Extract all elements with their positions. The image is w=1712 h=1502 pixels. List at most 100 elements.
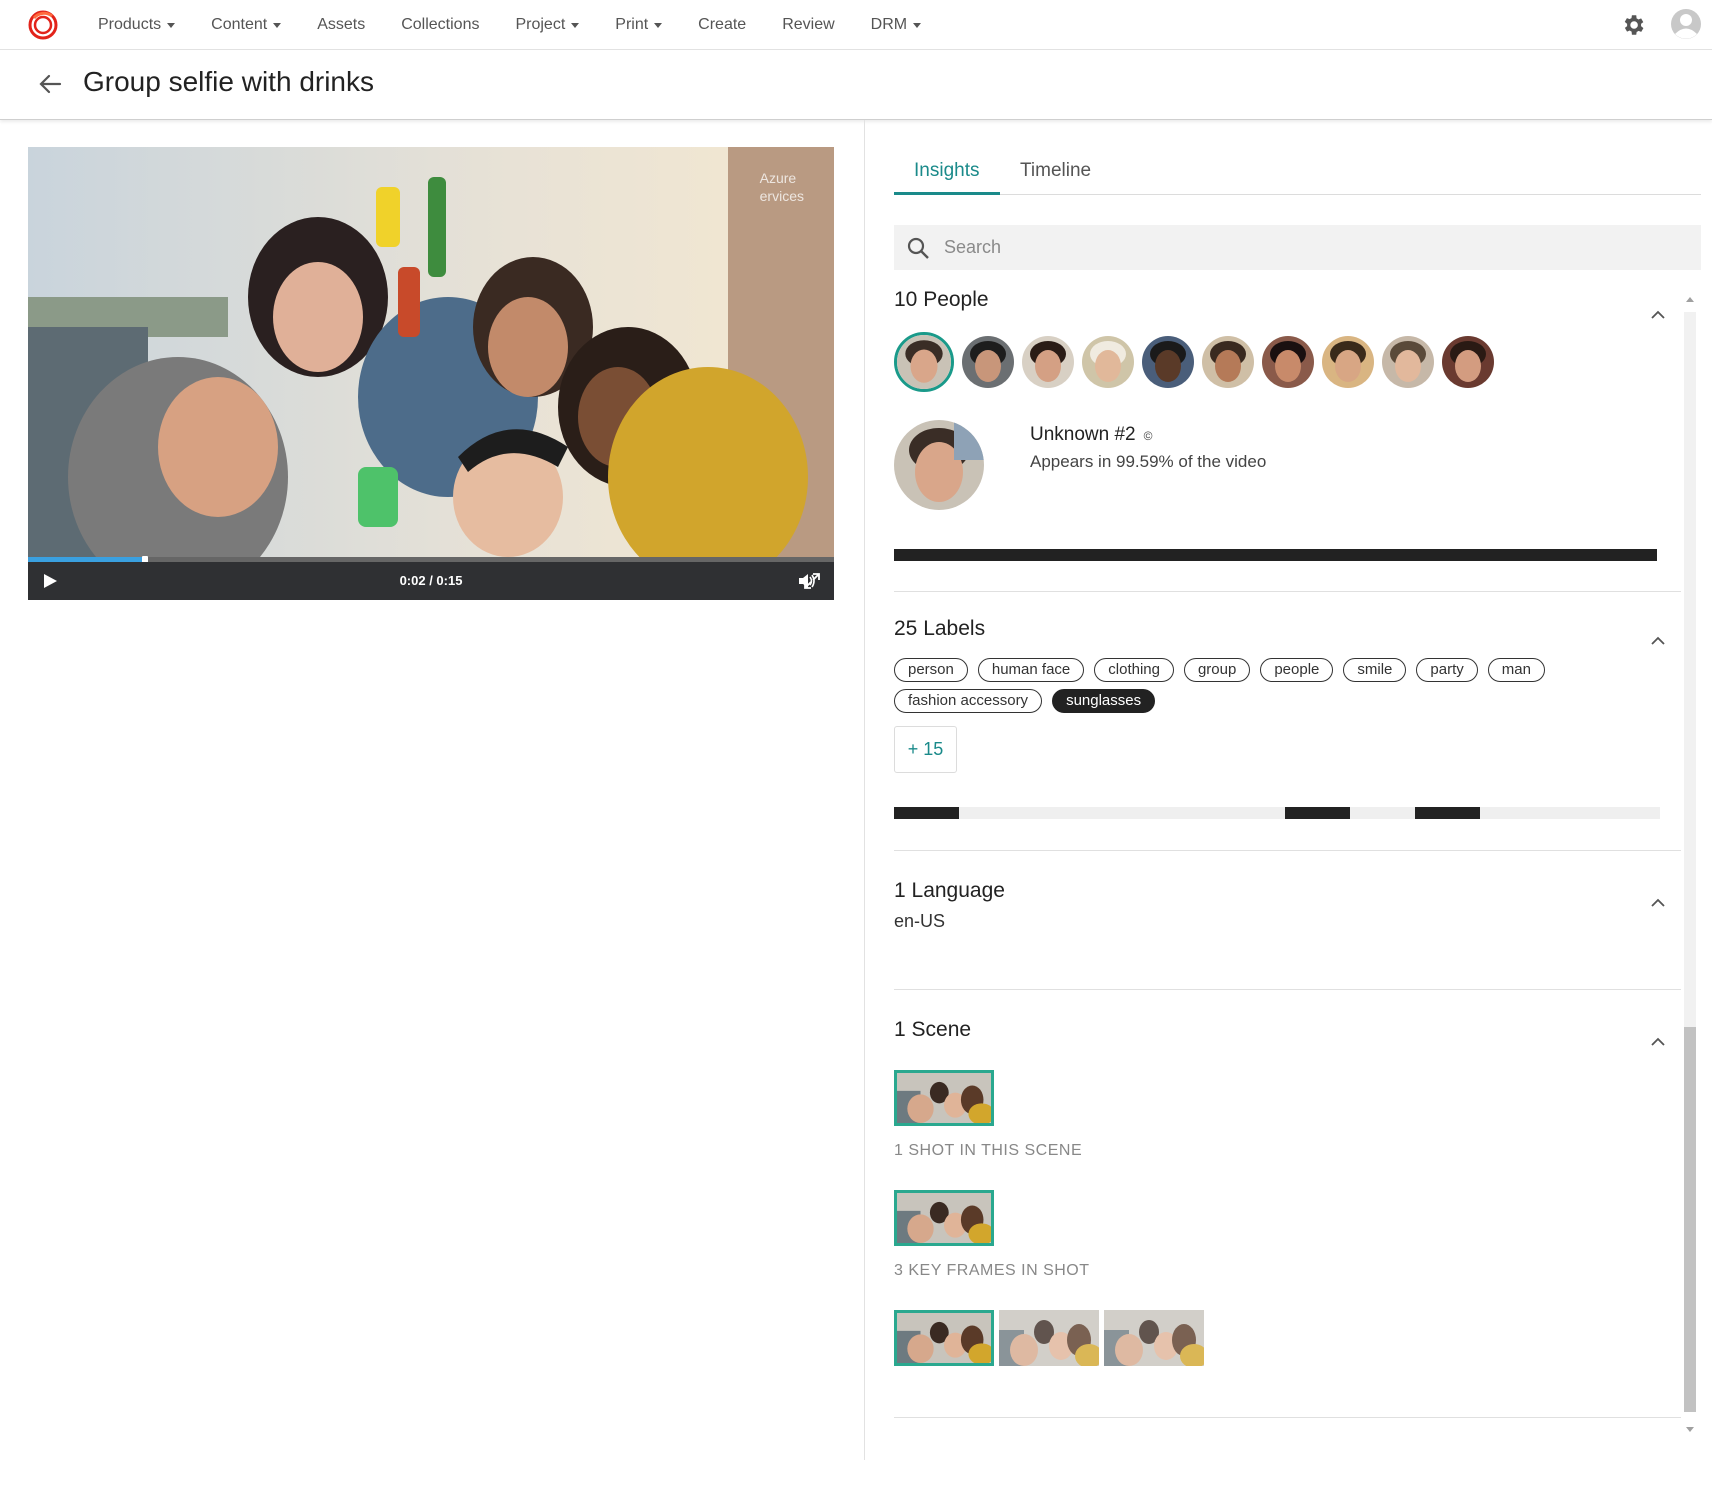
video-watermark: Azure ervices (760, 169, 804, 205)
caret-down-icon (167, 22, 176, 28)
person-appearance-text: Appears in 99.59% of the video (1030, 452, 1267, 471)
nav-item-assets[interactable]: Assets (299, 0, 383, 50)
label-chip[interactable]: sunglasses (1052, 689, 1156, 713)
top-navigation: Products Content Assets Collections Project P… (0, 0, 1712, 50)
search-icon (907, 237, 929, 259)
keyframe-thumbnail[interactable] (1104, 1310, 1204, 1366)
nav-item-label: Assets (317, 16, 366, 33)
search-box (894, 225, 1701, 270)
video-frame[interactable] (28, 147, 834, 557)
person-avatar[interactable] (962, 336, 1014, 388)
caret-down-icon (654, 22, 663, 28)
watermark-line-1: Azure (759, 170, 797, 186)
shots-caption: 1 SHOT IN THIS SCENE (894, 1142, 1083, 1159)
people-avatar-list (894, 332, 1502, 392)
nav-item-collections[interactable]: Collections (383, 0, 497, 50)
keyframes-caption: 3 KEY FRAMES IN SHOT (894, 1262, 1090, 1279)
keyframe-thumbnail[interactable] (894, 1310, 994, 1366)
page-header: Group selfie with drinks (0, 50, 1712, 120)
label-chip[interactable]: person (894, 658, 968, 682)
person-timeline-bar[interactable] (894, 549, 1657, 561)
language-title: 1 Language (894, 879, 1005, 902)
label-timeline-segment[interactable] (1284, 807, 1350, 819)
more-labels-button[interactable]: + 15 (894, 726, 957, 773)
chevron-up-icon[interactable] (1649, 896, 1667, 908)
nav-item-label: Print (615, 16, 649, 33)
label-chip[interactable]: smile (1343, 658, 1407, 682)
person-avatar[interactable] (1382, 336, 1434, 388)
nav-item-drm[interactable]: DRM (853, 0, 939, 50)
person-avatar[interactable] (1082, 336, 1134, 388)
search-input[interactable] (944, 225, 1684, 270)
label-chip-list: person human face clothing group people smile… (894, 658, 1594, 720)
person-avatar[interactable] (1442, 336, 1494, 388)
nav-item-project[interactable]: Project (497, 0, 597, 50)
person-avatar[interactable] (1202, 336, 1254, 388)
labels-section: 25 Labels person human face clothing group p… (894, 592, 1681, 851)
label-timeline-segment[interactable] (1414, 807, 1480, 819)
video-controls: 0:02 / 0:15 (28, 562, 834, 600)
person-avatar[interactable] (1022, 336, 1074, 388)
gear-icon[interactable] (1620, 12, 1646, 38)
scrollbar-thumb[interactable] (1684, 1027, 1696, 1412)
copyright-edit-icon[interactable]: © (1144, 429, 1153, 443)
language-section: 1 Language en-US (894, 851, 1681, 990)
logo-icon[interactable] (28, 10, 58, 40)
shot-thumbnail[interactable] (894, 1190, 994, 1246)
nav-item-print[interactable]: Print (597, 0, 680, 50)
scene-thumbnail[interactable] (894, 1070, 994, 1126)
label-chip[interactable]: party (1416, 658, 1478, 682)
label-timeline-segment[interactable] (894, 807, 960, 819)
nav-item-label: DRM (870, 16, 908, 33)
nav-item-products[interactable]: Products (80, 0, 193, 50)
chevron-up-icon[interactable] (1649, 634, 1667, 646)
chevron-up-icon[interactable] (1649, 308, 1667, 320)
scroll-up-arrow-icon[interactable] (1684, 292, 1696, 310)
active-tab-indicator (894, 192, 1000, 195)
nav-item-label: Project (515, 16, 566, 33)
label-timeline-bar[interactable] (894, 807, 1660, 819)
selected-person-avatar[interactable] (894, 420, 984, 510)
insights-scrollbar[interactable] (1681, 292, 1697, 1437)
label-chip[interactable]: clothing (1094, 658, 1174, 682)
nav-item-create[interactable]: Create (680, 0, 764, 50)
insights-scroll-area[interactable]: 10 People Unknown #2 © Appears in 99.59% … (894, 280, 1681, 1440)
caret-down-icon (913, 22, 922, 28)
nav-item-content[interactable]: Content (193, 0, 299, 50)
insight-tabs: Insights Timeline (894, 150, 1701, 195)
label-chip[interactable]: people (1260, 658, 1334, 682)
scroll-down-arrow-icon[interactable] (1684, 1419, 1696, 1437)
language-value: en-US (894, 911, 946, 931)
nav-menu: Products Content Assets Collections Project P… (80, 0, 939, 50)
nav-item-label: Review (782, 16, 835, 33)
label-chip[interactable]: fashion accessory (894, 689, 1043, 713)
label-chip[interactable]: human face (977, 658, 1085, 682)
labels-title: 25 Labels (894, 617, 986, 640)
page-title: Group selfie with drinks (83, 66, 375, 97)
label-chip[interactable]: group (1183, 658, 1251, 682)
selected-person-name: Unknown #2 © (1030, 424, 1152, 446)
person-avatar[interactable] (1262, 336, 1314, 388)
fullscreen-icon[interactable] (804, 573, 820, 589)
arrow-left-icon[interactable] (36, 70, 64, 98)
caret-down-icon (571, 22, 580, 28)
panel-divider (864, 120, 865, 1460)
video-time: 0:02 / 0:15 (399, 573, 463, 588)
person-name-text: Unknown #2 (1030, 424, 1136, 445)
person-avatar[interactable] (1322, 336, 1374, 388)
person-avatar[interactable] (894, 332, 954, 392)
person-avatar[interactable] (1142, 336, 1194, 388)
tab-insights[interactable]: Insights (914, 160, 979, 182)
chevron-up-icon[interactable] (1649, 1035, 1667, 1047)
nav-item-review[interactable]: Review (764, 0, 852, 50)
nav-item-label: Products (98, 16, 162, 33)
tab-timeline[interactable]: Timeline (1020, 160, 1091, 182)
scene-section: 1 Scene 1 SHOT IN THIS SCENE 3 KEY FRAME… (894, 990, 1681, 1418)
user-avatar-icon[interactable] (1670, 8, 1702, 40)
video-player[interactable]: Azure ervices 0:02 / 0:15 (28, 147, 834, 600)
keyframe-thumbnail[interactable] (999, 1310, 1099, 1366)
label-chip[interactable]: man (1487, 658, 1545, 682)
nav-item-label: Content (211, 16, 268, 33)
people-title: 10 People (894, 288, 989, 311)
watermark-line-2: ervices (759, 188, 804, 204)
